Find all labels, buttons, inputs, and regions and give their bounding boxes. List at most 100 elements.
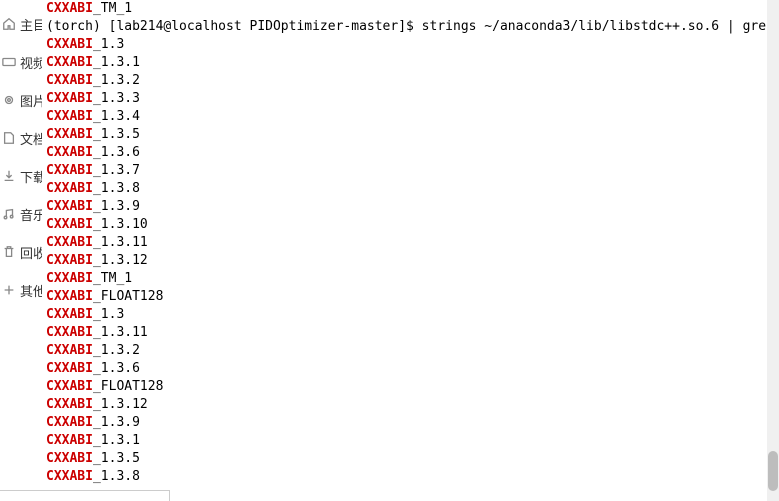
output-suffix: _FLOAT128	[93, 289, 163, 304]
sidebar-item-documents[interactable]: 文档	[0, 119, 42, 157]
file-manager-sidebar: 主目录 视频 图片 文档 下载 音乐 回收站	[0, 0, 42, 501]
sidebar-item-label: 主目录	[20, 15, 42, 34]
sidebar-item-downloads[interactable]: 下载	[0, 157, 42, 195]
highlight: CXXABI	[46, 235, 93, 250]
plus-icon	[2, 283, 16, 297]
highlight: CXXABI	[46, 217, 93, 232]
output-suffix: _1.3.6	[93, 145, 140, 160]
terminal-line: CXXABI_1.3.12	[46, 252, 775, 270]
terminal-output[interactable]: CXXABI_TM_1 (torch) [lab214@localhost PI…	[42, 0, 779, 501]
sidebar-item-label: 图片	[20, 91, 42, 110]
sidebar-item-label: 视频	[20, 53, 42, 72]
terminal-line: CXXABI_TM_1	[46, 270, 775, 288]
highlight: CXXABI	[46, 469, 93, 484]
output-suffix: _1.3	[93, 307, 124, 322]
terminal-line: CXXABI_1.3.7	[46, 162, 775, 180]
output-suffix: _TM_1	[93, 1, 132, 16]
terminal-line: CXXABI_1.3.4	[46, 108, 775, 126]
highlight: CXXABI	[46, 307, 93, 322]
highlight: CXXABI	[46, 73, 93, 88]
sidebar-item-images[interactable]: 图片	[0, 81, 42, 119]
highlight: CXXABI	[46, 325, 93, 340]
terminal-output-lines: CXXABI_1.3CXXABI_1.3.1CXXABI_1.3.2CXXABI…	[46, 36, 775, 486]
output-suffix: _FLOAT128	[93, 379, 163, 394]
output-suffix: _1.3.5	[93, 451, 140, 466]
output-suffix: _1.3.1	[93, 433, 140, 448]
sidebar-footer	[0, 490, 170, 501]
terminal-line: CXXABI_1.3.11	[46, 234, 775, 252]
terminal-prompt-line: (torch) [lab214@localhost PIDOptimizer-m…	[46, 18, 775, 36]
sidebar-item-label: 文档	[20, 129, 42, 148]
highlight: CXXABI	[46, 163, 93, 178]
sidebar-item-label: 音乐	[20, 205, 42, 224]
highlight: CXXABI	[46, 181, 93, 196]
sidebar-item-trash[interactable]: 回收站	[0, 233, 42, 271]
highlight: CXXABI	[46, 91, 93, 106]
output-suffix: _1.3.10	[93, 217, 148, 232]
terminal-line: CXXABI_1.3.1	[46, 54, 775, 72]
highlight: CXXABI	[46, 109, 93, 124]
output-suffix: _1.3.1	[93, 55, 140, 70]
highlight: CXXABI	[46, 451, 93, 466]
sidebar-item-music[interactable]: 音乐	[0, 195, 42, 233]
terminal-line: CXXABI_1.3.5	[46, 126, 775, 144]
output-suffix: _1.3.12	[93, 397, 148, 412]
output-suffix: _1.3.8	[93, 181, 140, 196]
output-suffix: _1.3.11	[93, 325, 148, 340]
video-icon	[2, 55, 16, 69]
highlight: CXXABI	[46, 289, 93, 304]
terminal-line: CXXABI_1.3.10	[46, 216, 775, 234]
terminal-line: CXXABI_FLOAT128	[46, 378, 775, 396]
terminal-line: CXXABI_1.3	[46, 36, 775, 54]
music-icon	[2, 207, 16, 221]
output-suffix: _1.3	[93, 37, 124, 52]
terminal-line: CXXABI_1.3.8	[46, 468, 775, 486]
output-suffix: _1.3.9	[93, 415, 140, 430]
sidebar-item-label: 其他位置	[20, 281, 42, 300]
output-suffix: _1.3.11	[93, 235, 148, 250]
sidebar-item-other[interactable]: 其他位置	[0, 271, 42, 309]
highlight: CXXABI	[46, 415, 93, 430]
highlight: CXXABI	[46, 379, 93, 394]
output-suffix: _1.3.7	[93, 163, 140, 178]
terminal-line: CXXABI_1.3.2	[46, 72, 775, 90]
highlight: CXXABI	[46, 145, 93, 160]
highlight: CXXABI	[46, 397, 93, 412]
highlight: CXXABI	[46, 361, 93, 376]
sidebar-item-label: 下载	[20, 167, 42, 186]
highlight: CXXABI	[46, 343, 93, 358]
output-suffix: _1.3.5	[93, 127, 140, 142]
document-icon	[2, 131, 16, 145]
terminal-line: CXXABI_1.3.3	[46, 90, 775, 108]
output-suffix: _1.3.8	[93, 469, 140, 484]
terminal-line: CXXABI_1.3	[46, 306, 775, 324]
terminal-line: CXXABI_FLOAT128	[46, 288, 775, 306]
highlight: CXXABI	[46, 1, 93, 16]
terminal-scrollbar[interactable]	[767, 0, 779, 501]
output-suffix: _1.3.2	[93, 343, 140, 358]
output-suffix: _1.3.4	[93, 109, 140, 124]
terminal-line: CXXABI_1.3.11	[46, 324, 775, 342]
terminal-line: CXXABI_1.3.9	[46, 198, 775, 216]
highlight: CXXABI	[46, 55, 93, 70]
terminal-line: CXXABI_1.3.5	[46, 450, 775, 468]
highlight: CXXABI	[46, 433, 93, 448]
output-suffix: _1.3.3	[93, 91, 140, 106]
image-icon	[2, 93, 16, 107]
sidebar-item-label: 回收站	[20, 243, 42, 262]
highlight: CXXABI	[46, 253, 93, 268]
output-suffix: _1.3.6	[93, 361, 140, 376]
sidebar-item-home[interactable]: 主目录	[0, 5, 42, 43]
highlight: CXXABI	[46, 37, 93, 52]
output-suffix: _1.3.2	[93, 73, 140, 88]
home-icon	[2, 17, 16, 31]
terminal-line: CXXABI_TM_1	[46, 0, 775, 18]
highlight: CXXABI	[46, 271, 93, 286]
terminal-line: CXXABI_1.3.6	[46, 360, 775, 378]
terminal-line: CXXABI_1.3.1	[46, 432, 775, 450]
terminal-line: CXXABI_1.3.12	[46, 396, 775, 414]
sidebar-item-video[interactable]: 视频	[0, 43, 42, 81]
highlight: CXXABI	[46, 127, 93, 142]
download-icon	[2, 169, 16, 183]
scrollbar-thumb[interactable]	[768, 451, 778, 491]
